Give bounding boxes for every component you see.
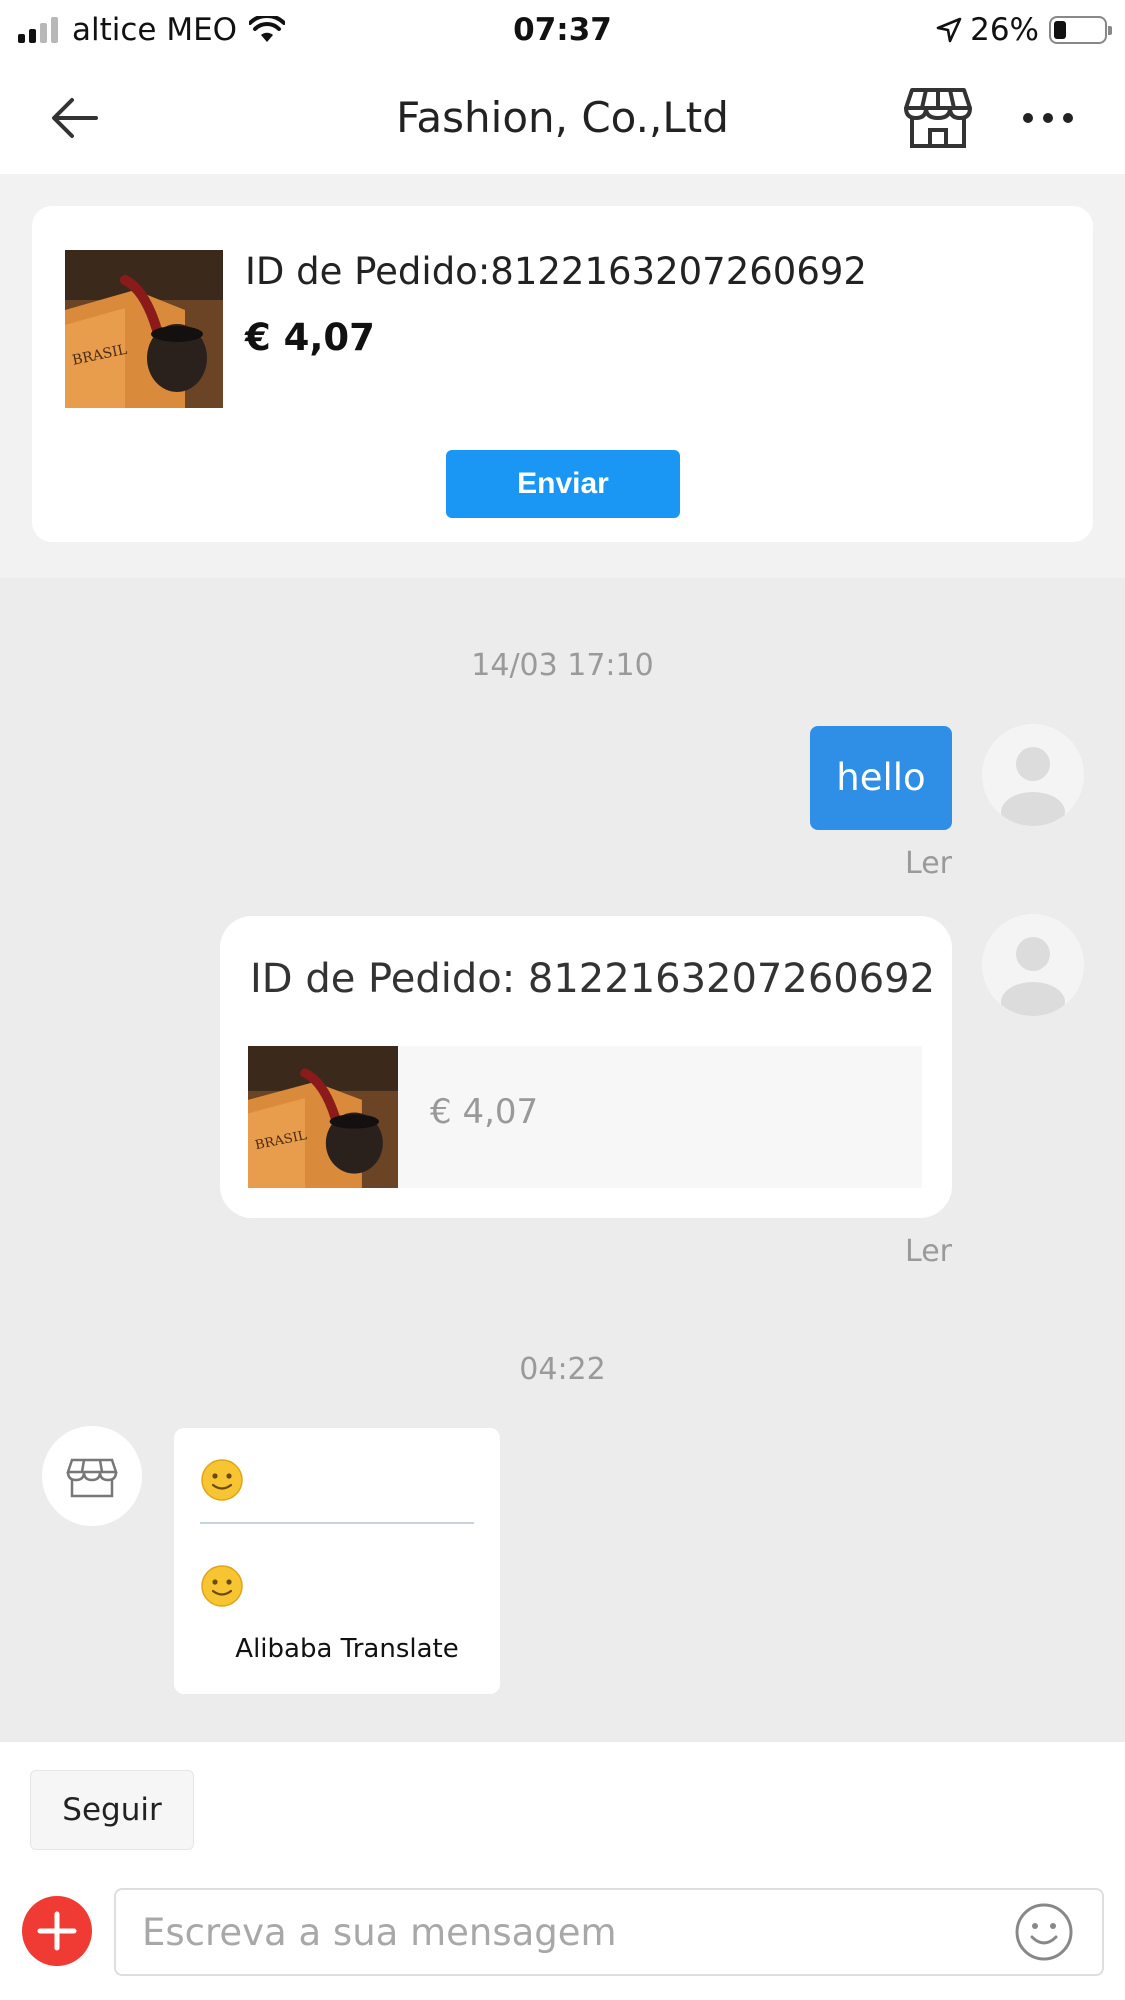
order-message-product[interactable]: BRASIL € 4,07 bbox=[248, 1046, 922, 1188]
order-price: € 4,07 bbox=[245, 316, 375, 359]
more-icon[interactable] bbox=[1020, 98, 1076, 138]
order-message-price: € 4,07 bbox=[430, 1092, 539, 1132]
smile-emoji-icon bbox=[201, 1459, 243, 1501]
message-input[interactable] bbox=[114, 1888, 1104, 1976]
smile-emoji-icon bbox=[201, 1565, 243, 1607]
order-message-id: ID de Pedido: 8122163207260692 bbox=[250, 956, 936, 1002]
battery-icon bbox=[1049, 16, 1112, 44]
divider bbox=[200, 1522, 474, 1524]
order-message-bubble[interactable]: ID de Pedido: 8122163207260692 BRASIL € … bbox=[220, 916, 952, 1218]
send-order-button[interactable]: Enviar bbox=[446, 450, 680, 518]
order-card: BRASIL ID de Pedido:8122163207260692 € 4… bbox=[32, 206, 1093, 542]
message-bubble-received[interactable]: Alibaba Translate bbox=[174, 1428, 500, 1694]
chat-timestamp: 04:22 bbox=[519, 1352, 606, 1387]
message-bubble-sent[interactable]: hello bbox=[810, 726, 952, 830]
shop-avatar[interactable] bbox=[42, 1426, 142, 1526]
user-avatar[interactable] bbox=[982, 724, 1084, 826]
plus-icon bbox=[37, 1911, 77, 1951]
chat-timestamp: 14/03 17:10 bbox=[471, 648, 654, 683]
composer-area: Seguir bbox=[0, 1742, 1125, 2000]
user-avatar[interactable] bbox=[982, 914, 1084, 1016]
store-icon[interactable] bbox=[902, 82, 974, 154]
add-attachment-button[interactable] bbox=[22, 1896, 92, 1966]
read-receipt: Ler bbox=[905, 846, 952, 881]
emoji-icon[interactable] bbox=[1014, 1902, 1074, 1962]
location-arrow-icon bbox=[936, 17, 962, 43]
order-section: BRASIL ID de Pedido:8122163207260692 € 4… bbox=[0, 174, 1125, 578]
translation-source: Alibaba Translate bbox=[235, 1634, 459, 1664]
order-id: ID de Pedido:8122163207260692 bbox=[245, 250, 867, 293]
status-bar: altice MEO 07:37 26% bbox=[0, 0, 1125, 62]
product-image[interactable]: BRASIL bbox=[65, 250, 223, 408]
status-right: 26% bbox=[936, 8, 1112, 52]
read-receipt: Ler bbox=[905, 1234, 952, 1269]
battery-fill bbox=[1054, 21, 1067, 39]
product-image: BRASIL bbox=[248, 1046, 398, 1188]
store-icon bbox=[66, 1458, 118, 1498]
battery-percent: 26% bbox=[970, 12, 1039, 48]
nav-bar: Fashion, Co.,Ltd bbox=[0, 62, 1125, 174]
follow-button[interactable]: Seguir bbox=[30, 1770, 194, 1850]
